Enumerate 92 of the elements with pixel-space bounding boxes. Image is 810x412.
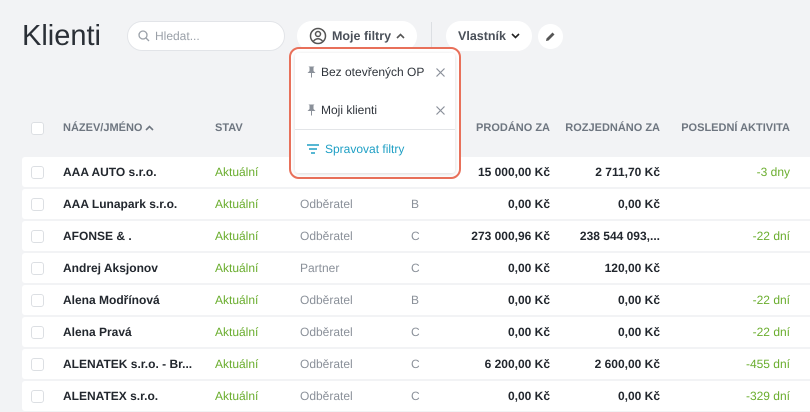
table-cell-text: 6 200,00 Kč [484, 357, 550, 371]
table-cell-text: Odběratel [300, 293, 354, 307]
close-button[interactable] [436, 68, 445, 76]
pencil-icon [544, 30, 556, 42]
table-row[interactable]: Alena Pravá Aktuální Odběratel C 0,00 Kč 0,00 Kč -22 dní [22, 317, 810, 347]
table-cell-text: 0,00 Kč [616, 197, 660, 211]
table-row[interactable]: AFONSE & . Aktuální Odběratel C 273 000,96 Kč 238 544 093,... -22 dní [22, 221, 810, 251]
row-checkbox[interactable] [31, 198, 44, 210]
table-cell-text: -22 dní [752, 229, 790, 243]
search-icon [138, 30, 150, 42]
table-cell-text: 2 600,00 Kč [594, 357, 660, 371]
table-cell-text: 2 711,70 Kč [594, 165, 660, 179]
filter-item[interactable]: Bez otevřených OP [295, 53, 455, 91]
table-cell-text: C [411, 325, 421, 339]
row-checkbox[interactable] [31, 358, 44, 370]
table-cell-text: Aktuální [215, 389, 260, 403]
table-cell-text: Aktuální [215, 261, 260, 275]
table-cell-text: 0,00 Kč [506, 293, 550, 307]
close-icon [436, 68, 445, 76]
table-cell-text: -22 dní [752, 325, 790, 339]
pin-icon [307, 104, 316, 116]
table-cell-text: 0,00 Kč [506, 325, 550, 339]
table-row[interactable]: AAA Lunapark s.r.o. Aktuální Odběratel B 0,00 Kč 0,00 Kč [22, 189, 810, 219]
table-cell-text: Aktuální [215, 229, 260, 243]
filter-icon [307, 144, 319, 154]
row-checkbox[interactable] [31, 230, 44, 242]
table-row[interactable]: Andrej Aksjonov Aktuální Partner C 0,00 Kč 120,00 Kč [22, 253, 810, 283]
table-cell-text: C [411, 357, 421, 371]
user-icon [309, 27, 327, 45]
caret-icon [510, 33, 520, 39]
table-cell-text: 0,00 Kč [506, 261, 550, 275]
table-cell-text: Andrej Aksjonov [63, 261, 159, 275]
row-checkbox[interactable] [31, 390, 44, 402]
table-cell-text: 15 000,00 Kč [476, 165, 550, 179]
row-checkbox[interactable] [31, 166, 44, 178]
table-row[interactable]: Alena Modřínová Aktuální Odběratel B 0,00 Kč 0,00 Kč -22 dní [22, 285, 810, 315]
table-cell-text: -3 dny [756, 165, 790, 179]
table-cell-text: Aktuální [215, 357, 260, 371]
table-cell-text: -455 dní [744, 357, 790, 371]
table-cell-text: B [411, 293, 420, 307]
table-cell-text: Aktuální [215, 165, 260, 179]
table-cell-text: C [411, 389, 421, 403]
table-cell-text: Odběratel [300, 357, 354, 371]
table-cell-text: Alena Pravá [63, 325, 133, 339]
table-cell-text: 0,00 Kč [616, 389, 660, 403]
table-cell-text: 0,00 Kč [506, 389, 550, 403]
table-cell-text: 238 544 093,... [578, 229, 660, 243]
table-cell-text: Partner [300, 261, 340, 275]
table-cell-text: C [411, 261, 421, 275]
page-title: Klienti [22, 20, 101, 52]
table-cell-text: 0,00 Kč [506, 197, 550, 211]
row-checkbox[interactable] [31, 294, 44, 306]
sort-icon [145, 125, 154, 131]
column-header[interactable]: NÁZEV/JMÉNO [63, 122, 142, 134]
table-cell-text: AAA AUTO s.r.o. [63, 165, 158, 179]
table-cell-text: B [411, 197, 420, 211]
table-cell-text: Aktuální [215, 325, 260, 339]
table-cell-text: Aktuální [215, 197, 260, 211]
table-cell-text: ALENATEX s.r.o. [63, 389, 160, 403]
table-cell-text: 0,00 Kč [616, 293, 660, 307]
column-header[interactable]: POSLEDNÍ AKTIVITA [681, 122, 790, 134]
owner-button[interactable]: Vlastník [446, 21, 532, 51]
table-cell-text: -22 dní [752, 293, 790, 307]
close-icon [436, 106, 445, 114]
table-cell-text: AFONSE & . [63, 229, 133, 243]
table-cell-text: ALENATEK s.r.o. - Br... [63, 357, 194, 371]
table-cell-text: 120,00 Kč [604, 261, 660, 275]
table-cell-text: 273 000,96 Kč [470, 229, 550, 243]
select-all-checkbox[interactable] [31, 122, 44, 134]
filter-item[interactable]: Moji klienti [295, 91, 455, 129]
table-cell-text: AAA Lunapark s.r.o. [63, 197, 178, 211]
caret-icon [396, 33, 406, 39]
table-row[interactable]: ALENATEK s.r.o. - Br... Aktuální Odběratel C 6 200,00 Kč 2 600,00 Kč -455 dní [22, 349, 810, 379]
edit-button[interactable] [538, 24, 563, 48]
row-checkbox[interactable] [31, 326, 44, 338]
table-cell-text: Odběratel [300, 325, 354, 339]
column-header[interactable]: ROZJEDNÁNO ZA [565, 122, 660, 134]
search-field[interactable]: Hledat... [127, 21, 285, 51]
table-cell-text: Alena Modřínová [63, 293, 161, 307]
table-cell-text: Odběratel [300, 229, 354, 243]
column-header[interactable]: PRODÁNO ZA [476, 122, 550, 134]
table-cell-text: Odběratel [300, 197, 354, 211]
table-cell-text: 0,00 Kč [616, 325, 660, 339]
pin-icon [307, 66, 316, 78]
column-header[interactable]: STAV [215, 122, 243, 134]
close-button[interactable] [436, 106, 445, 114]
table-cell-text: Odběratel [300, 389, 354, 403]
table-cell-text: -329 dní [744, 389, 790, 403]
table-row[interactable]: ALENATEX s.r.o. Aktuální Odběratel C 0,00 Kč 0,00 Kč -329 dní [22, 381, 810, 411]
table-cell-text: C [411, 229, 421, 243]
row-checkbox[interactable] [31, 262, 44, 274]
table-cell-text: Aktuální [215, 293, 260, 307]
